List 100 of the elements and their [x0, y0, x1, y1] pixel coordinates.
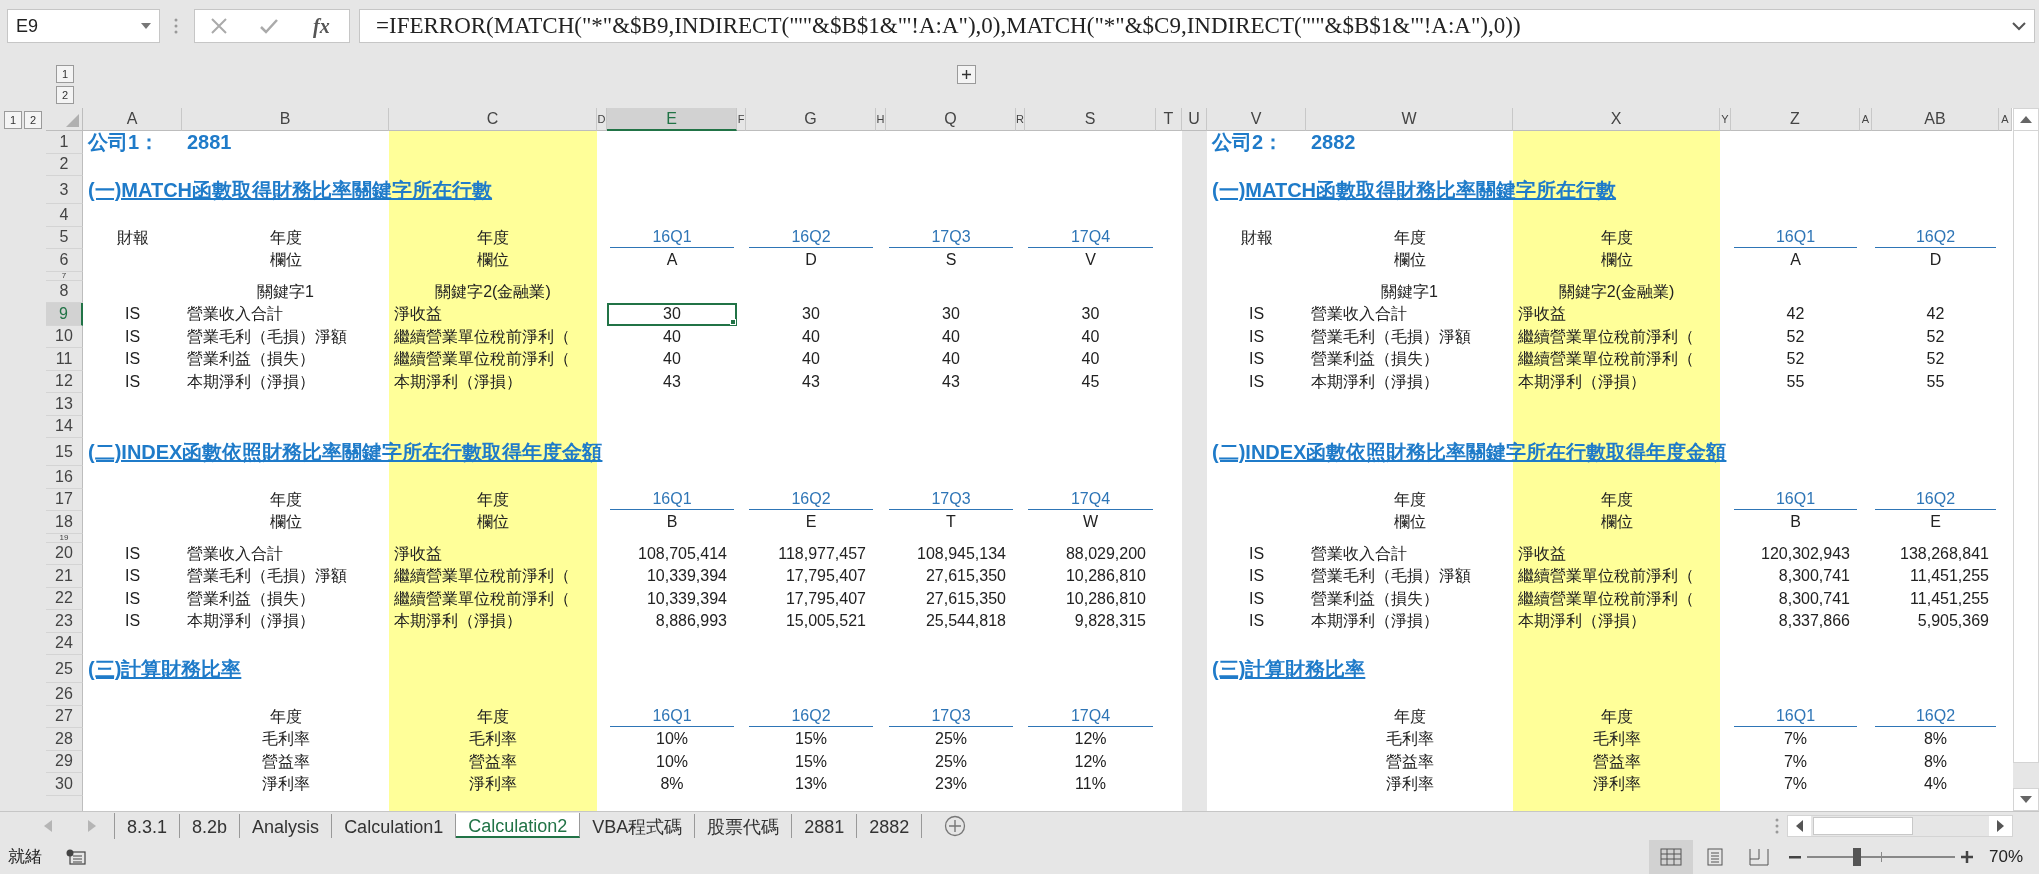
table-cell-text: 繼續營業單位稅前淨利（ [1517, 566, 1695, 587]
table-cell-text: 43 [662, 371, 682, 392]
zoom-out-icon[interactable] [1788, 855, 1801, 859]
table-cell-text: 營業收入合計 [1310, 304, 1408, 325]
column-header[interactable]: X [1513, 108, 1720, 131]
scroll-up-button[interactable] [2013, 108, 2039, 131]
quarter-header: 16Q1 [610, 706, 734, 728]
macro-record-icon[interactable] [66, 849, 86, 865]
add-sheet-icon[interactable] [944, 815, 967, 837]
insert-function-button[interactable]: fx [309, 11, 334, 41]
chevron-down-icon[interactable] [2012, 21, 2026, 31]
scroll-down-button[interactable] [2013, 788, 2039, 811]
quarter-header: 16Q1 [1734, 706, 1857, 728]
normal-view-button[interactable] [1648, 840, 1693, 874]
company-label: 公司2： [1210, 132, 1285, 153]
expand-button[interactable] [957, 65, 976, 84]
column-header[interactable]: Q [886, 108, 1016, 131]
table-cell-text: 30 [1080, 304, 1101, 325]
table-cell-text: 8,337,866 [1777, 611, 1851, 632]
scroll-right-button[interactable] [1989, 816, 2012, 836]
table-cell-text: D [1928, 250, 1943, 271]
scrollbar-thumb[interactable] [1813, 817, 1913, 835]
table-cell-text: 財報 [115, 227, 150, 248]
sheet-tab[interactable]: VBA程式碼 [580, 814, 696, 838]
column-header[interactable]: Y [1720, 108, 1731, 131]
row-header[interactable]: 9 [46, 303, 83, 326]
table-cell-text: 8,886,993 [654, 611, 728, 632]
table-cell-text: 營業利益（損失） [186, 588, 316, 609]
zoom-in-icon[interactable] [1960, 851, 1973, 863]
column-header[interactable]: C [389, 108, 597, 131]
table-cell-text: E [804, 512, 818, 533]
column-header[interactable]: W [1306, 108, 1513, 131]
section-heading: (一)MATCH函數取得財務比率關鍵字所在行數 [87, 178, 494, 202]
scroll-left-button[interactable] [1788, 816, 1811, 836]
sheet-tab[interactable]: Analysis [240, 814, 333, 838]
table-cell-text: 年度 [476, 227, 510, 248]
zoom-level[interactable]: 70% [1988, 844, 2023, 870]
column-header[interactable]: AB [1872, 108, 1999, 131]
table-cell-text: 繼續營業單位稅前淨利（ [1517, 349, 1695, 370]
table-cell-text: 欄位 [268, 512, 303, 533]
left-triangle-icon [1796, 820, 1803, 832]
table-cell-text: B [665, 512, 679, 533]
column-header[interactable]: A [1999, 108, 2012, 131]
table-cell-text: 欄位 [1599, 250, 1634, 271]
status-text: 就緒 [8, 846, 42, 869]
sheet-tab[interactable]: 8.2b [180, 814, 241, 838]
table-cell-text: 營益率 [1384, 751, 1435, 772]
table-cell-text: 8% [659, 774, 685, 795]
page-icon [1706, 848, 1723, 866]
cancel-icon[interactable] [210, 17, 229, 35]
outline-level-button[interactable]: 2 [56, 86, 74, 104]
column-header[interactable]: E [607, 108, 737, 131]
sheet-tab[interactable]: 2881 [792, 814, 858, 838]
table-cell-text: IS [123, 588, 142, 609]
table-cell-text: A [665, 250, 679, 271]
table-cell-text: 5,905,369 [1916, 611, 1990, 632]
check-icon[interactable] [258, 17, 279, 35]
quarter-header: 16Q2 [749, 489, 873, 511]
slider-thumb[interactable] [1853, 848, 1862, 866]
table-cell-text: 25% [934, 751, 968, 772]
table-cell-text: IS [1247, 326, 1266, 347]
table-cell-text: 11,451,255 [1909, 566, 1990, 587]
table-cell-text: 43 [801, 371, 821, 392]
table-cell-text: 淨收益 [1517, 304, 1567, 325]
row-header[interactable]: 19 [46, 533, 83, 543]
column-header[interactable]: B [182, 108, 389, 131]
sheet-tab[interactable]: 8.3.1 [115, 814, 181, 838]
column-header[interactable]: A [83, 108, 182, 131]
table-cell-text: 營業利益（損失） [1310, 349, 1440, 370]
table-cell-text: 欄位 [1599, 512, 1634, 533]
scrollbar-thumb[interactable] [2013, 131, 2039, 763]
table-cell-text: 15% [794, 751, 828, 772]
table-cell-text: 17,795,407 [784, 566, 867, 587]
column-header[interactable]: G [746, 108, 876, 131]
table-cell-text: 年度 [1599, 706, 1634, 727]
outline-level-button[interactable]: 1 [56, 65, 74, 83]
table-cell-text: 本期淨利（淨損） [1310, 371, 1440, 392]
table-cell-text: 年度 [268, 227, 303, 248]
table-cell-text: 9,828,315 [1073, 611, 1147, 632]
table-cell-text: 欄位 [268, 250, 303, 271]
row-header[interactable]: 7 [46, 271, 83, 281]
sheet-tab[interactable]: 2882 [857, 814, 923, 838]
sheet-tab[interactable]: Calculation2 [456, 813, 581, 838]
table-cell-text: 40 [662, 349, 682, 370]
column-header[interactable]: Z [1731, 108, 1860, 131]
column-header[interactable]: T [1156, 108, 1182, 131]
sheet-tab[interactable]: 股票代碼 [695, 814, 793, 838]
column-header[interactable]: A [1860, 108, 1872, 131]
table-cell-text: 營業毛利（毛損）淨額 [186, 566, 348, 587]
name-box[interactable]: E9 [7, 9, 160, 43]
table-cell-text: 關鍵字2(金融業) [1557, 281, 1676, 302]
column-header[interactable]: S [1025, 108, 1156, 131]
formula-field[interactable]: =IFERROR(MATCH("*"&$B9,INDIRECT("'"&$B$1&"'!A:A"),0),MATCH("*"&$C9,INDIRECT("'"&$B$1&"'!A:A"),0)) [359, 9, 2035, 43]
column-header[interactable]: V [1207, 108, 1306, 131]
horizontal-scrollbar[interactable] [1787, 815, 2013, 837]
right-triangle-icon [1997, 820, 2004, 832]
column-header[interactable]: U [1182, 108, 1207, 131]
company-label: 公司1： [86, 132, 161, 153]
table-cell-text: IS [1247, 588, 1266, 609]
table-cell-text: 關鍵字2(金融業) [434, 281, 552, 302]
